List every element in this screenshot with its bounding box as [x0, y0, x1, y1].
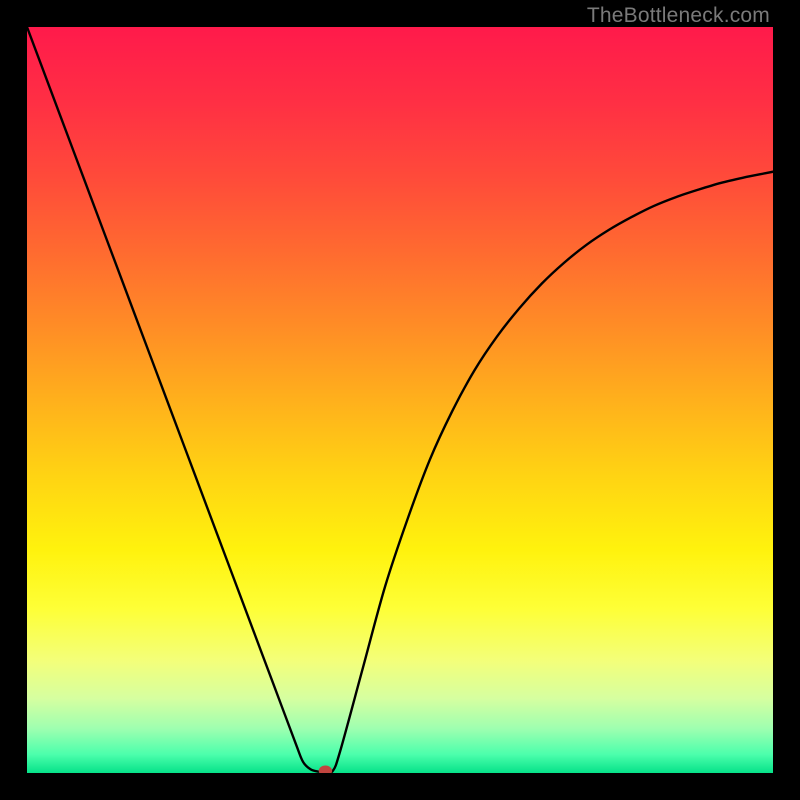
minimum-marker: [319, 766, 332, 773]
bottleneck-curve: [27, 27, 773, 772]
plot-area: [27, 27, 773, 773]
watermark-text: TheBottleneck.com: [587, 4, 770, 28]
curve-layer: [27, 27, 773, 773]
chart-frame: TheBottleneck.com: [0, 0, 800, 800]
